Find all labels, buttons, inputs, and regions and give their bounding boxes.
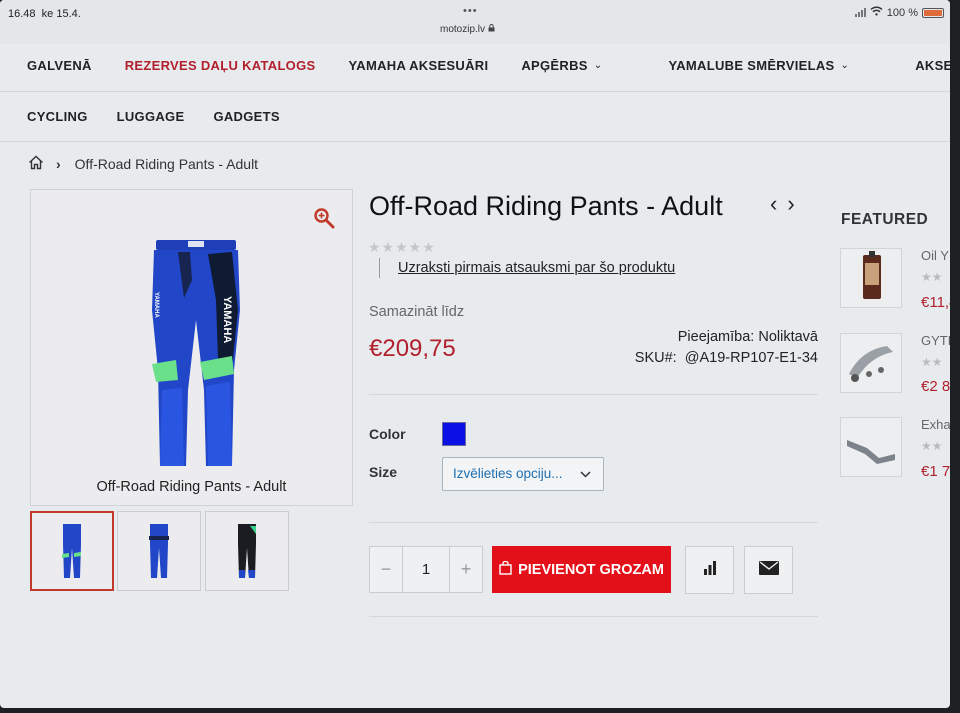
size-select-placeholder: Izvēlieties opciju... bbox=[453, 466, 563, 481]
size-select[interactable]: Izvēlieties opciju... bbox=[442, 457, 604, 491]
sku-label: SKU#: bbox=[634, 350, 677, 366]
availability-value: Noliktavā bbox=[758, 329, 818, 345]
featured-item-price: €1 75 bbox=[921, 463, 950, 480]
thumbnail-1[interactable] bbox=[30, 511, 114, 591]
date-text: ke 15.4. bbox=[41, 8, 81, 20]
discount-label: Samazināt līdz bbox=[369, 304, 465, 320]
increase-button[interactable]: + bbox=[450, 547, 482, 592]
breadcrumb: › Off-Road Riding Pants - Adult bbox=[28, 155, 258, 173]
sku-value: @A19-RP107-E1-34 bbox=[684, 350, 818, 366]
main-nav: GALVENĀ REZERVES DAĻU KATALOGS YAMAHA AK… bbox=[27, 58, 950, 73]
nav-item-gadgets[interactable]: GADGETS bbox=[213, 109, 279, 124]
featured-item-name[interactable]: Exha bbox=[921, 417, 950, 432]
thumbnail-3[interactable] bbox=[205, 511, 289, 591]
nav-item-yamalube-smervielas[interactable]: YAMALUBE SMĒRVIELAS ⌄ bbox=[668, 58, 882, 73]
featured-item-image[interactable] bbox=[840, 248, 902, 308]
time-text: 16.48 bbox=[8, 8, 36, 20]
nav-label: YAMAHA AKSESUĀRI bbox=[348, 58, 489, 73]
availability-label: Pieejamība: bbox=[677, 329, 755, 345]
decrease-button[interactable]: − bbox=[370, 547, 402, 592]
product-title: Off-Road Riding Pants - Adult bbox=[369, 191, 723, 221]
shopping-bag-icon bbox=[499, 560, 512, 579]
address-bar[interactable]: motozip.lv bbox=[440, 24, 495, 35]
featured-item-image[interactable] bbox=[840, 333, 902, 393]
nav-item-galvena[interactable]: GALVENĀ bbox=[27, 58, 92, 73]
chevron-right-icon: › bbox=[56, 156, 61, 172]
color-swatch[interactable] bbox=[442, 422, 466, 446]
add-to-cart-button[interactable]: PIEVIENOT GROZAM bbox=[492, 546, 671, 593]
nav-label: APĢĒRBS bbox=[521, 58, 588, 73]
featured-item-price: €11,4 bbox=[921, 294, 950, 311]
product-gallery[interactable]: YAMAHA YAMAHA Off-Road Riding Pants - Ad… bbox=[30, 189, 353, 506]
stock-info: Pieejamība: Noliktavā SKU#: @A19-RP107-E… bbox=[635, 327, 818, 369]
envelope-icon bbox=[758, 560, 779, 580]
browser-screen: 16.48 ke 15.4. ••• motozip.lv 100 % GALV… bbox=[0, 0, 950, 708]
quantity-stepper: − 1 + bbox=[369, 546, 483, 593]
lock-icon bbox=[488, 24, 495, 35]
size-label: Size bbox=[369, 464, 398, 480]
chevron-down-icon bbox=[580, 467, 591, 481]
nav-item-cycling[interactable]: CYCLING bbox=[27, 109, 88, 124]
chevron-right-icon[interactable]: › bbox=[787, 191, 804, 216]
featured-item-price: €2 8 bbox=[921, 378, 950, 395]
gallery-caption: Off-Road Riding Pants - Adult bbox=[96, 479, 287, 495]
options-divider bbox=[369, 522, 818, 523]
url-text: motozip.lv bbox=[440, 24, 486, 35]
chevron-left-icon[interactable]: ‹ bbox=[770, 191, 787, 216]
write-review-link[interactable]: Uzraksti pirmais atsauksmi par šo produk… bbox=[398, 260, 675, 276]
signal-icon bbox=[854, 8, 866, 17]
pants-image: YAMAHA YAMAHA bbox=[152, 240, 240, 466]
featured-title: FEATURED bbox=[841, 211, 929, 228]
featured-item-name[interactable]: Oil Y bbox=[921, 248, 949, 263]
featured-item-stars: ★★ bbox=[921, 270, 943, 284]
battery-icon bbox=[922, 7, 944, 18]
nav-label: AKSESUĀRI bbox=[915, 58, 950, 73]
compare-button[interactable] bbox=[685, 546, 734, 594]
nav-label: GALVENĀ bbox=[27, 58, 92, 73]
email-friend-button[interactable] bbox=[744, 546, 793, 594]
chevron-down-icon: ⌄ bbox=[840, 60, 850, 71]
nav-divider bbox=[0, 91, 950, 92]
nav-divider bbox=[0, 141, 950, 142]
review-divider bbox=[379, 258, 380, 278]
nav-item-apgerbs[interactable]: APĢĒRBS ⌄ bbox=[521, 58, 635, 73]
secondary-nav: CYCLING LUGGAGE GADGETS bbox=[27, 109, 309, 124]
product-price: €209,75 bbox=[369, 335, 456, 362]
chevron-down-icon: ⌄ bbox=[593, 60, 603, 71]
home-icon[interactable] bbox=[28, 155, 44, 173]
svg-text:YAMAHA: YAMAHA bbox=[153, 292, 159, 318]
nav-item-yamaha-aksesuari[interactable]: YAMAHA AKSESUĀRI bbox=[348, 58, 488, 73]
featured-item-name[interactable]: GYTR bbox=[921, 333, 950, 348]
featured-item-image[interactable] bbox=[840, 417, 902, 477]
nav-item-luggage[interactable]: LUGGAGE bbox=[117, 109, 185, 124]
product-pager: ‹› bbox=[770, 191, 805, 217]
battery-percent: 100 % bbox=[886, 6, 918, 19]
thumbnail-2[interactable] bbox=[117, 511, 201, 591]
nav-label: REZERVES DAĻU KATALOGS bbox=[124, 58, 316, 73]
zoom-icon[interactable] bbox=[312, 206, 336, 230]
featured-item-stars: ★★ bbox=[921, 355, 943, 369]
nav-label: YAMALUBE SMĒRVIELAS bbox=[668, 58, 835, 73]
nav-item-rezerves-dalu-katalogs[interactable]: REZERVES DAĻU KATALOGS bbox=[125, 58, 316, 73]
bar-chart-icon bbox=[702, 560, 718, 581]
more-dots-icon[interactable]: ••• bbox=[463, 5, 478, 17]
featured-item-stars: ★★ bbox=[921, 439, 943, 453]
quantity-input[interactable]: 1 bbox=[402, 547, 450, 592]
breadcrumb-current: Off-Road Riding Pants - Adult bbox=[74, 156, 259, 172]
svg-text:YAMAHA: YAMAHA bbox=[221, 296, 233, 343]
status-indicators: 100 % bbox=[854, 6, 944, 19]
status-bar: 16.48 ke 15.4. ••• motozip.lv 100 % bbox=[0, 0, 950, 44]
status-time: 16.48 ke 15.4. bbox=[8, 8, 81, 20]
actions-divider bbox=[369, 616, 818, 617]
rating-stars: ★★★★★ bbox=[368, 239, 436, 255]
wifi-icon bbox=[870, 6, 883, 19]
details-divider bbox=[369, 394, 818, 395]
nav-item-aksesuari[interactable]: AKSESUĀRI⌄ bbox=[915, 58, 950, 73]
add-to-cart-label: PIEVIENOT GROZAM bbox=[518, 561, 664, 578]
color-label: Color bbox=[369, 426, 406, 442]
